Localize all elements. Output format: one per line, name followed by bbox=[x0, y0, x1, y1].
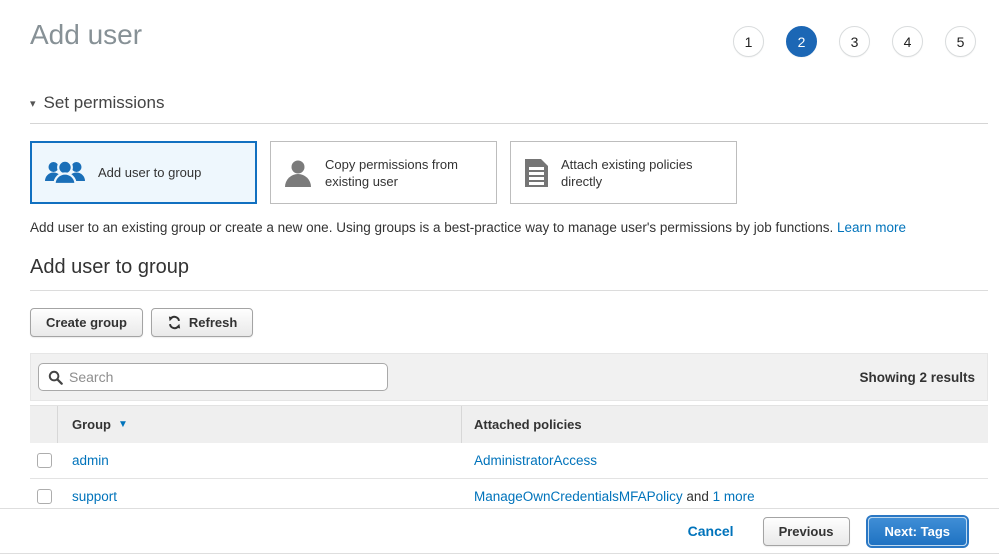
step-indicator-1: 1 bbox=[733, 26, 764, 57]
card-copy-permissions[interactable]: Copy permissions from existing user bbox=[270, 141, 497, 204]
group-column-label: Group bbox=[72, 417, 111, 432]
page-title: Add user bbox=[30, 18, 142, 52]
card-attach-policies[interactable]: Attach existing policies directly bbox=[510, 141, 737, 204]
collapse-triangle-icon: ▾ bbox=[30, 97, 36, 110]
card-label-copy-permissions: Copy permissions from existing user bbox=[325, 156, 480, 190]
policy-join-text: and bbox=[686, 489, 709, 504]
step-indicator-2-active: 2 bbox=[786, 26, 817, 57]
column-header-group[interactable]: Group ▼ bbox=[58, 406, 462, 443]
learn-more-link[interactable]: Learn more bbox=[837, 220, 906, 235]
card-label-add-user-to-group: Add user to group bbox=[98, 164, 201, 181]
cancel-button[interactable]: Cancel bbox=[688, 523, 734, 539]
add-user-wizard-page: Add user 1 2 3 4 5 ▾ Set permissions bbox=[0, 18, 999, 515]
group-link-admin[interactable]: admin bbox=[72, 453, 109, 468]
refresh-button[interactable]: Refresh bbox=[151, 308, 253, 337]
step-indicator-3: 3 bbox=[839, 26, 870, 57]
user-group-icon bbox=[44, 159, 86, 186]
card-add-user-to-group[interactable]: Add user to group bbox=[30, 141, 257, 204]
refresh-label: Refresh bbox=[189, 315, 237, 330]
row-checkbox-admin[interactable] bbox=[37, 453, 52, 468]
table-actions: Create group Refresh bbox=[30, 308, 988, 337]
sort-descending-icon: ▼ bbox=[118, 419, 128, 430]
search-input[interactable] bbox=[69, 369, 378, 385]
policy-link-manageowncredentials[interactable]: ManageOwnCredentialsMFAPolicy bbox=[474, 489, 683, 504]
column-header-attached-policies[interactable]: Attached policies bbox=[462, 406, 988, 443]
previous-button[interactable]: Previous bbox=[763, 517, 850, 546]
permission-option-cards: Add user to group Copy permissions from … bbox=[30, 141, 988, 204]
policy-document-icon bbox=[523, 158, 549, 188]
wizard-footer: Cancel Previous Next: Tags bbox=[0, 508, 999, 554]
step-indicator-5: 5 bbox=[945, 26, 976, 57]
wizard-step-indicator: 1 2 3 4 5 bbox=[733, 26, 976, 57]
refresh-icon bbox=[167, 315, 182, 330]
card-label-attach-policies: Attach existing policies directly bbox=[561, 156, 716, 190]
single-user-icon bbox=[283, 158, 313, 188]
create-group-button[interactable]: Create group bbox=[30, 308, 143, 337]
next-tags-button[interactable]: Next: Tags bbox=[868, 517, 968, 546]
header-checkbox-cell bbox=[30, 406, 58, 443]
set-permissions-title: Set permissions bbox=[44, 93, 165, 113]
more-policies-link[interactable]: 1 more bbox=[713, 489, 755, 504]
set-permissions-section-header[interactable]: ▾ Set permissions bbox=[30, 93, 988, 124]
page-header: Add user 1 2 3 4 5 bbox=[30, 18, 988, 57]
table-row-admin: admin AdministratorAccess bbox=[30, 443, 988, 479]
row-checkbox-support[interactable] bbox=[37, 489, 52, 504]
step-indicator-4: 4 bbox=[892, 26, 923, 57]
policy-link-administratoraccess[interactable]: AdministratorAccess bbox=[474, 453, 597, 468]
search-box[interactable] bbox=[38, 363, 388, 391]
results-count: Showing 2 results bbox=[859, 370, 975, 385]
description-text: Add user to an existing group or create … bbox=[30, 220, 833, 235]
group-link-support[interactable]: support bbox=[72, 489, 117, 504]
table-header-row: Group ▼ Attached policies bbox=[30, 405, 988, 443]
add-user-to-group-title: Add user to group bbox=[30, 256, 988, 291]
search-icon bbox=[48, 370, 63, 385]
table-toolbar: Showing 2 results bbox=[30, 353, 988, 401]
section-description: Add user to an existing group or create … bbox=[30, 220, 988, 235]
groups-table: Showing 2 results Group ▼ Attached polic… bbox=[30, 353, 988, 515]
